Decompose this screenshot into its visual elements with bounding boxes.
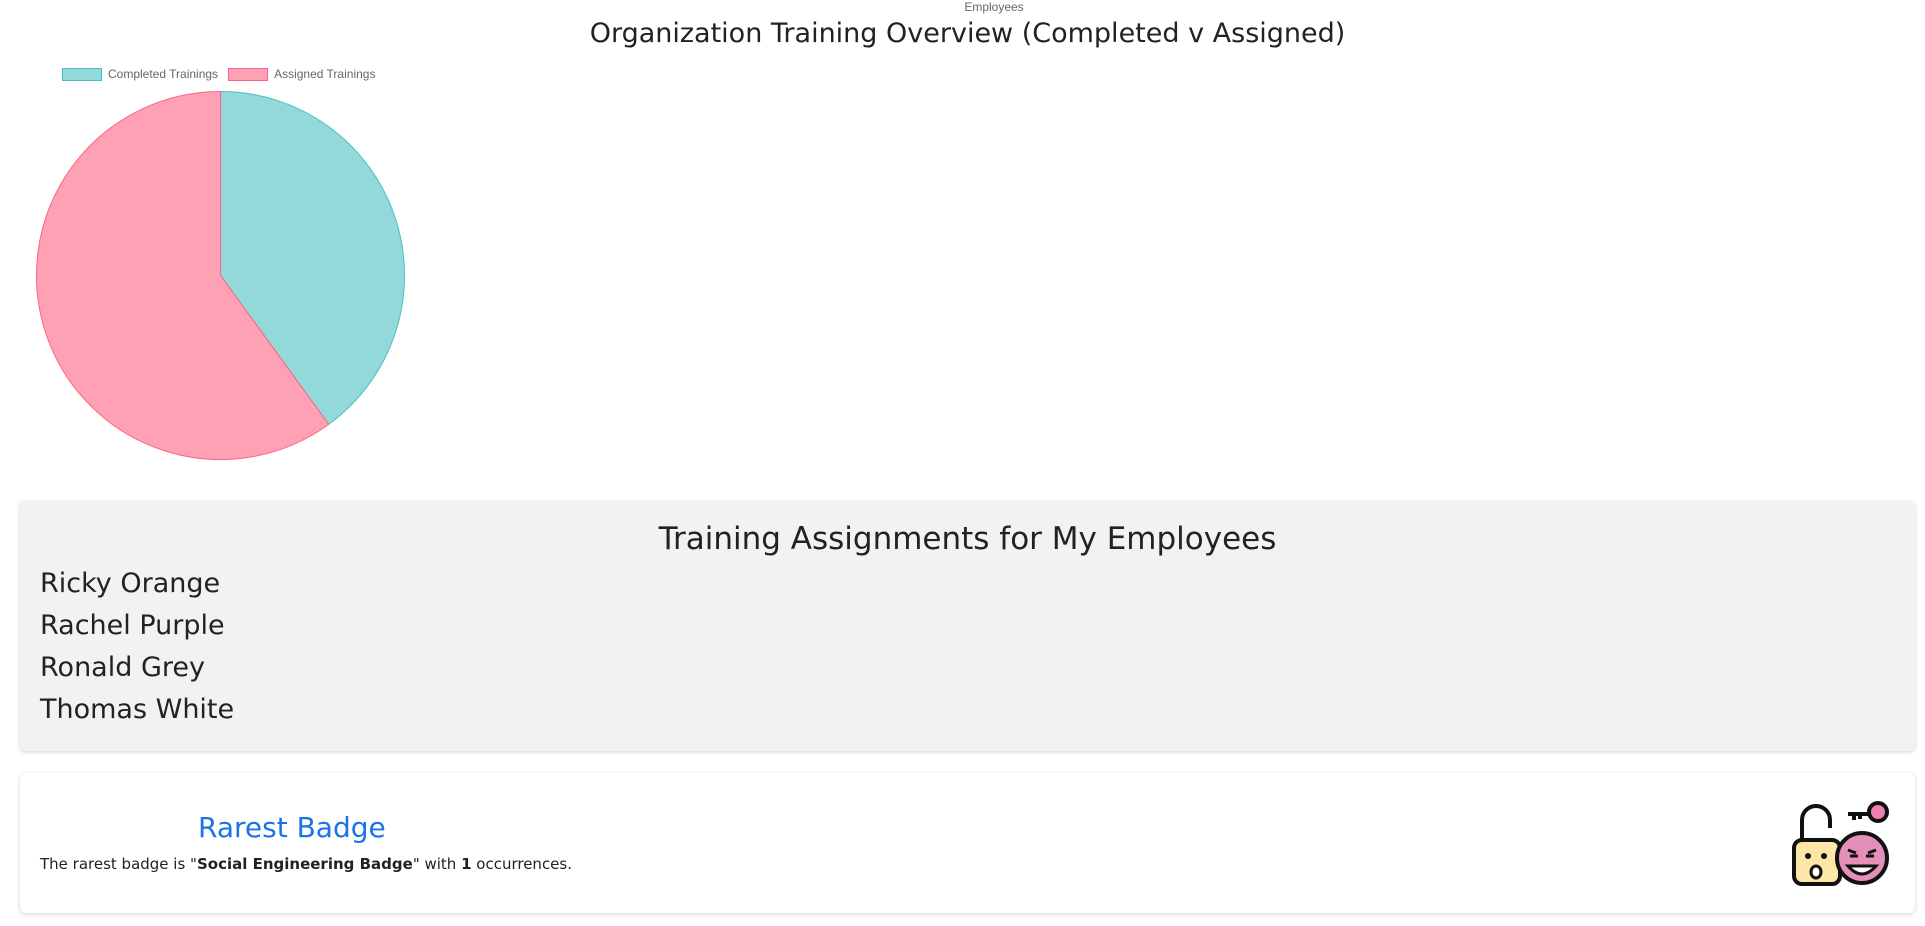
- legend-item-completed[interactable]: Completed Trainings: [62, 67, 218, 81]
- legend-swatch-completed: [62, 67, 102, 81]
- employee-list: Ricky Orange Rachel Purple Ronald Grey T…: [40, 563, 1915, 731]
- rarest-badge-heading: Rarest Badge: [198, 811, 386, 844]
- chart-legend: Completed Trainings Assigned Trainings: [62, 67, 375, 81]
- pie-chart: [36, 90, 405, 460]
- chart-title: Organization Training Overview (Complete…: [589, 18, 1346, 49]
- rarest-badge-panel: Rarest Badge The rarest badge is "Social…: [20, 773, 1915, 913]
- employee-name[interactable]: Rachel Purple: [40, 605, 1915, 647]
- sentence-prefix: The rarest badge is ": [40, 855, 197, 873]
- rarest-badge-sentence: The rarest badge is "Social Engineering …: [40, 855, 572, 873]
- employee-assignments-heading: Training Assignments for My Employees: [658, 521, 1277, 557]
- legend-item-assigned[interactable]: Assigned Trainings: [228, 67, 375, 81]
- social-engineering-icon: [1792, 801, 1889, 886]
- sentence-middle: " with: [412, 855, 462, 873]
- employee-name[interactable]: Thomas White: [40, 689, 1915, 731]
- employee-name[interactable]: Ricky Orange: [40, 563, 1915, 605]
- legend-label-completed: Completed Trainings: [108, 67, 219, 81]
- badge-name: Social Engineering Badge: [196, 855, 413, 873]
- employee-assignments-panel: Training Assignments for My Employees Ri…: [20, 501, 1915, 751]
- sentence-suffix: occurrences.: [471, 855, 572, 873]
- chart-top-label: Employees: [964, 0, 1024, 14]
- legend-label-assigned: Assigned Trainings: [274, 67, 376, 81]
- badge-count: 1: [461, 855, 472, 873]
- legend-swatch-assigned: [228, 67, 269, 81]
- employee-name[interactable]: Ronald Grey: [40, 647, 1915, 689]
